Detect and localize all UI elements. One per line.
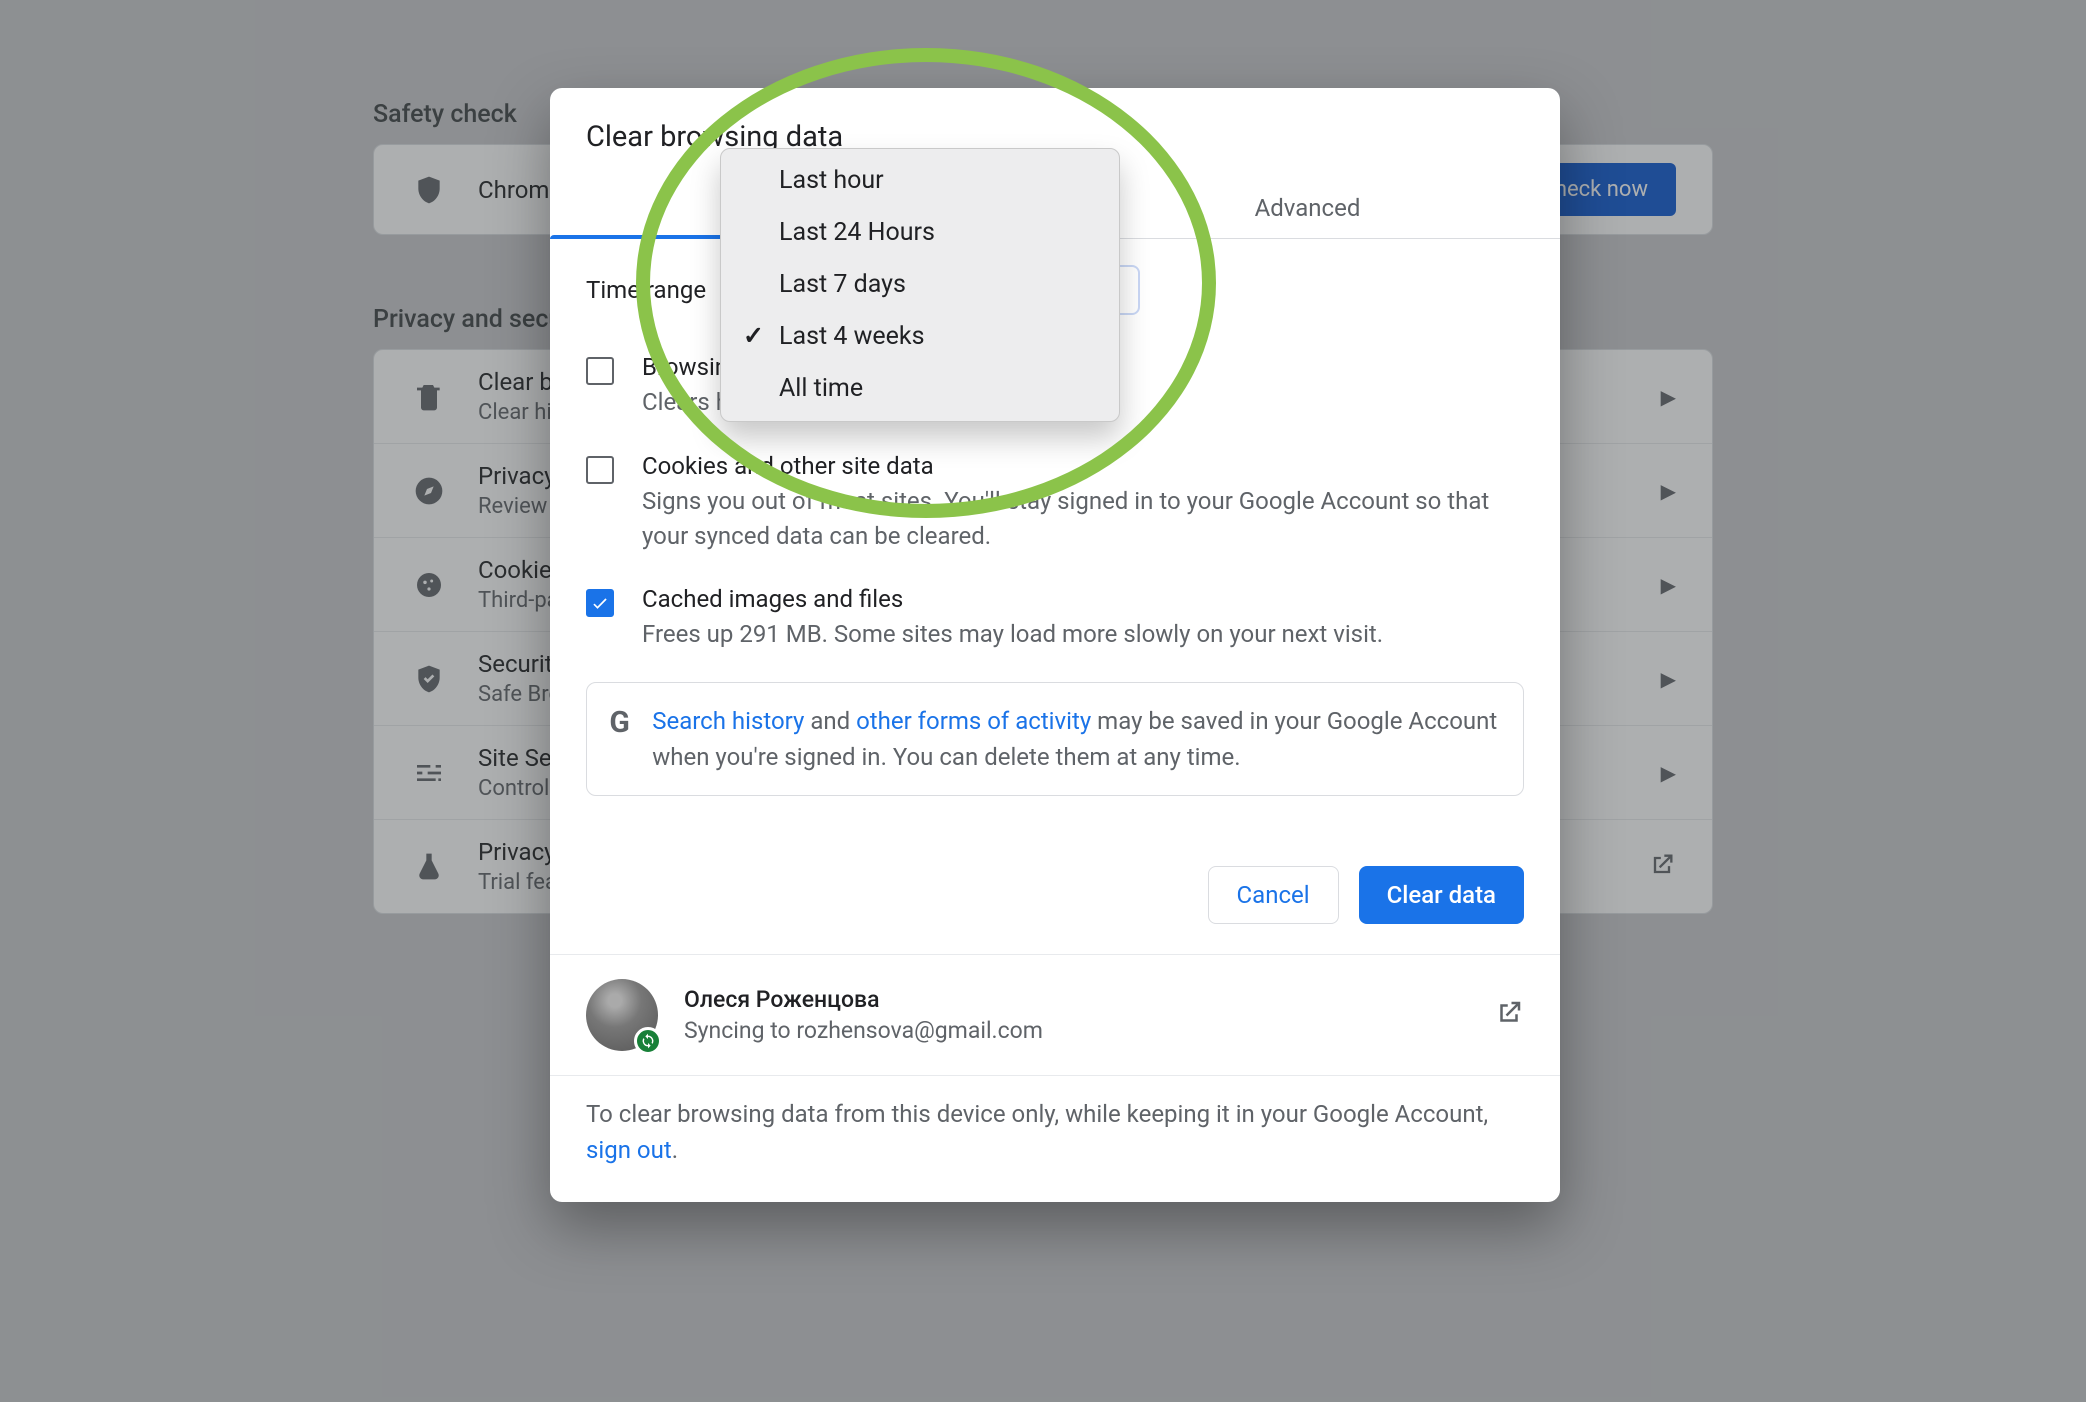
other-activity-link[interactable]: other forms of activity xyxy=(856,707,1091,735)
info-mid: and xyxy=(804,707,856,735)
sign-out-link[interactable]: sign out xyxy=(586,1136,672,1164)
time-option-all-time[interactable]: All time xyxy=(721,363,1119,415)
option-cookies[interactable]: Cookies and other site data Signs you ou… xyxy=(586,436,1524,570)
launch-icon[interactable] xyxy=(1494,998,1524,1032)
time-option-last-4w[interactable]: Last 4 weeks xyxy=(721,311,1119,363)
cancel-button[interactable]: Cancel xyxy=(1208,866,1339,924)
account-name: Олеся Роженцова xyxy=(684,986,1043,1013)
time-range-label: Time range xyxy=(586,276,706,304)
checkbox-cookies[interactable] xyxy=(586,456,614,484)
time-range-dropdown: Last hour Last 24 Hours Last 7 days Last… xyxy=(720,148,1120,422)
time-option-label: Last 7 days xyxy=(779,265,906,305)
option-sub: Signs you out of most sites. You'll stay… xyxy=(642,484,1524,554)
sync-badge-icon xyxy=(634,1027,662,1055)
option-sub: Frees up 291 MB. Some sites may load mor… xyxy=(642,617,1383,652)
account-row[interactable]: Олеся Роженцова Syncing to rozhensova@gm… xyxy=(550,954,1560,1075)
google-account-info: G Search history and other forms of acti… xyxy=(586,682,1524,796)
time-option-label: Last 4 weeks xyxy=(779,317,924,357)
avatar xyxy=(586,979,658,1051)
footer-note: To clear browsing data from this device … xyxy=(550,1075,1560,1202)
account-sync-status: Syncing to rozhensova@gmail.com xyxy=(684,1017,1043,1044)
tab-advanced[interactable]: Advanced xyxy=(1055,176,1560,238)
option-title: Cached images and files xyxy=(642,585,1383,613)
checkbox-browsing-history[interactable] xyxy=(586,357,614,385)
time-option-label: All time xyxy=(779,369,863,409)
footer-pre: To clear browsing data from this device … xyxy=(586,1100,1488,1128)
time-option-label: Last 24 Hours xyxy=(779,213,935,253)
time-option-last-24h[interactable]: Last 24 Hours xyxy=(721,207,1119,259)
clear-data-button[interactable]: Clear data xyxy=(1359,866,1524,924)
time-option-last-7d[interactable]: Last 7 days xyxy=(721,259,1119,311)
checkbox-cache[interactable] xyxy=(586,589,614,617)
time-option-last-hour[interactable]: Last hour xyxy=(721,155,1119,207)
time-option-label: Last hour xyxy=(779,161,884,201)
search-history-link[interactable]: Search history xyxy=(652,707,804,735)
info-text: Search history and other forms of activi… xyxy=(652,703,1501,775)
option-cache[interactable]: Cached images and files Frees up 291 MB.… xyxy=(586,569,1524,668)
option-title: Cookies and other site data xyxy=(642,452,1524,480)
footer-end: . xyxy=(672,1136,678,1164)
google-logo-icon: G xyxy=(609,705,630,740)
